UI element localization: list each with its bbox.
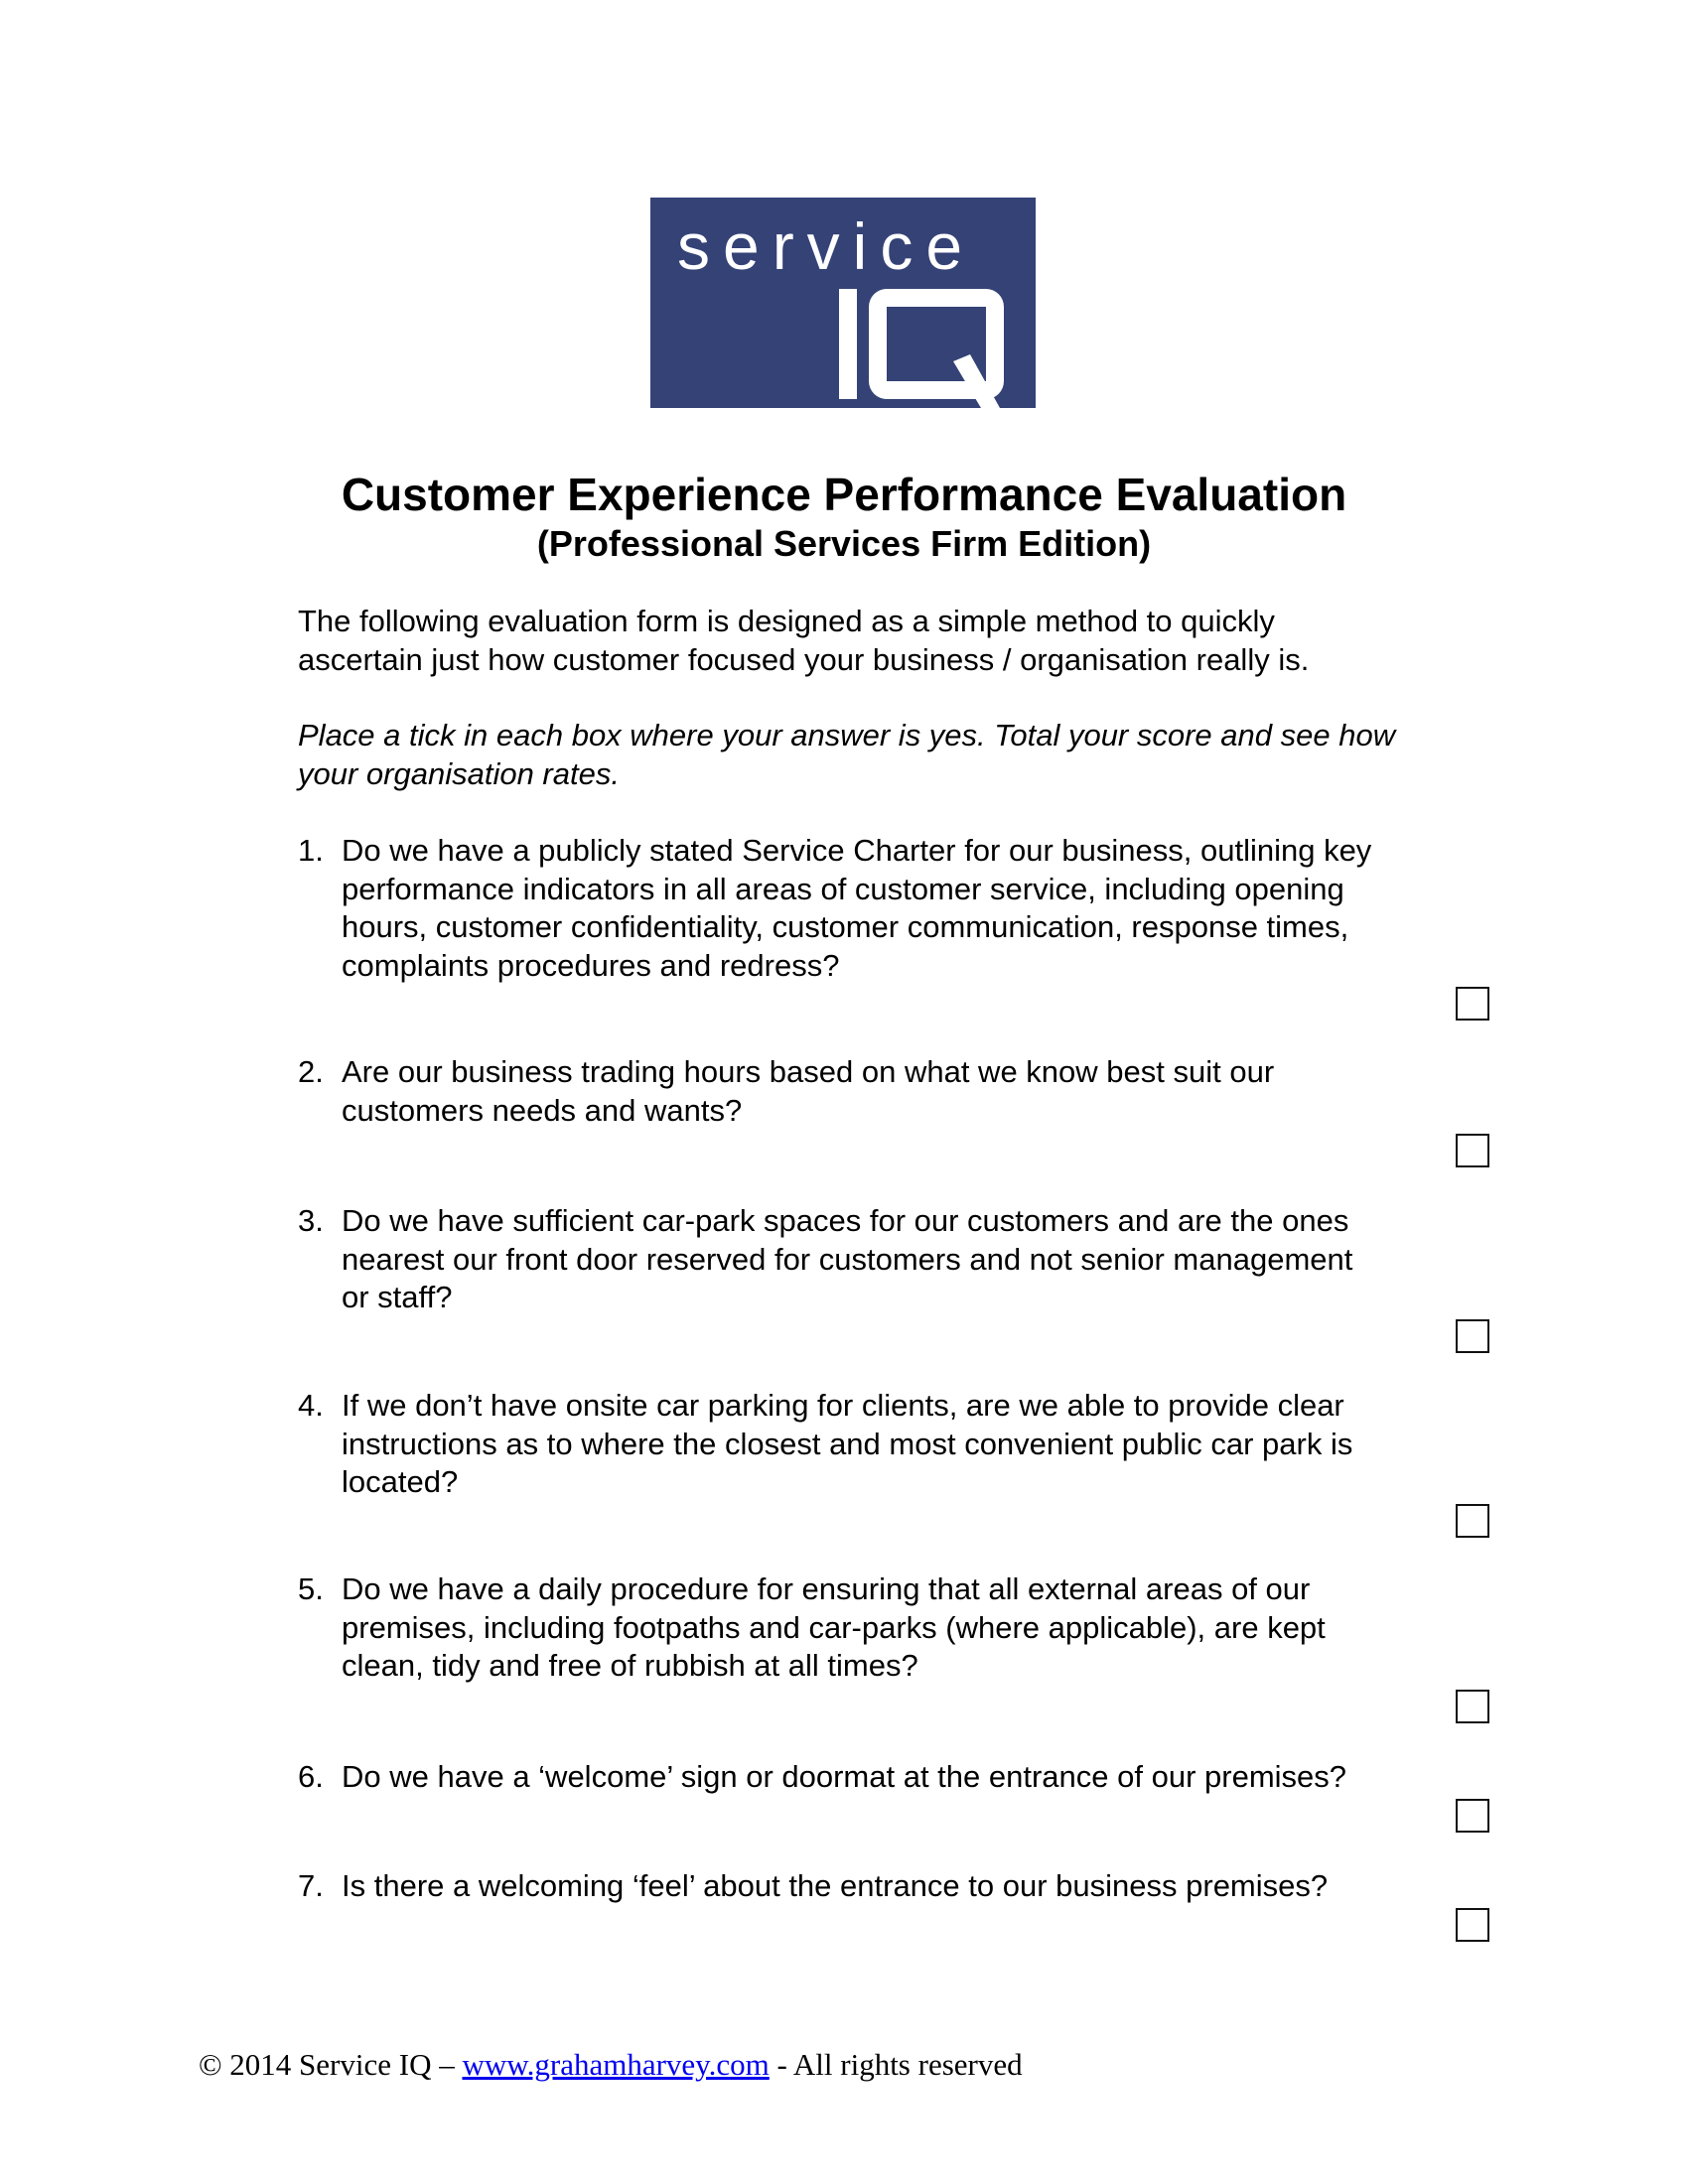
logo-graphic: service (650, 198, 1036, 408)
question-1-checkbox[interactable] (1456, 987, 1489, 1021)
footer-website-link[interactable]: www.grahamharvey.com (462, 2047, 769, 2082)
question-text: If we don’t have onsite car parking for … (342, 1387, 1465, 1502)
footer-prefix: © 2014 Service IQ – (199, 2047, 463, 2082)
question-line: If we don’t have onsite car parking for … (342, 1388, 1344, 1423)
page-subtitle: (Professional Services Firm Edition) (536, 523, 1152, 564)
question-item: 1. Do we have a publicly stated Service … (298, 832, 1450, 985)
question-text: Do we have a publicly stated Service Cha… (342, 832, 1450, 985)
question-item: 4. If we don’t have onsite car parking f… (298, 1387, 1465, 1502)
question-line: performance indicators in all areas of c… (342, 871, 1344, 906)
question-line: Do we have a ‘welcome’ sign or doormat a… (342, 1759, 1347, 1794)
question-line: complaints procedures and redress? (342, 947, 840, 983)
question-text: Do we have sufficient car-park spaces fo… (342, 1202, 1465, 1317)
intro-paragraph: The following evaluation form is designe… (298, 603, 1509, 679)
question-line: hours, customer confidentiality, custome… (342, 909, 1349, 944)
question-number: 4. (298, 1388, 324, 1423)
question-line: premises, including footpaths and car-pa… (342, 1609, 1326, 1645)
question-3-checkbox[interactable] (1456, 1319, 1489, 1353)
question-4-checkbox[interactable] (1456, 1504, 1489, 1538)
logo-letter-i (839, 289, 857, 399)
page-title: Customer Experience Performance Evaluati… (341, 469, 1347, 520)
instruction-line: your organisation rates. (298, 755, 620, 791)
logo-text-service: service (677, 209, 975, 283)
question-number: 2. (298, 1054, 324, 1089)
question-number: 6. (298, 1759, 324, 1794)
question-5-checkbox[interactable] (1456, 1690, 1489, 1723)
question-item: 6. Do we have a ‘welcome’ sign or doorma… (298, 1758, 1450, 1797)
question-line: customers needs and wants? (342, 1092, 743, 1128)
intro-line: ascertain just how customer focused your… (298, 641, 1310, 677)
intro-line: The following evaluation form is designe… (298, 604, 1275, 638)
question-line: located? (342, 1464, 459, 1499)
question-number: 5. (298, 1571, 324, 1606)
question-7-checkbox[interactable] (1456, 1908, 1489, 1942)
question-item: 5. Do we have a daily procedure for ensu… (298, 1570, 1450, 1686)
question-number: 7. (298, 1868, 324, 1903)
question-text: Do we have a daily procedure for ensurin… (342, 1570, 1450, 1686)
question-item: 3. Do we have sufficient car-park spaces… (298, 1202, 1465, 1317)
question-2-checkbox[interactable] (1456, 1134, 1489, 1167)
question-text: Is there a welcoming ‘feel’ about the en… (342, 1867, 1450, 1906)
question-line: or staff? (342, 1280, 453, 1314)
instruction-paragraph: Place a tick in each box where your answ… (298, 717, 1509, 793)
question-text: Are our business trading hours based on … (342, 1053, 1450, 1130)
question-line: Do we have sufficient car-park spaces fo… (342, 1203, 1349, 1238)
question-line: Are our business trading hours based on … (342, 1054, 1275, 1089)
question-line: Do we have a daily procedure for ensurin… (342, 1571, 1311, 1606)
question-text: Do we have a ‘welcome’ sign or doormat a… (342, 1758, 1450, 1797)
question-6-checkbox[interactable] (1456, 1799, 1489, 1833)
question-item: 7. Is there a welcoming ‘feel’ about the… (298, 1867, 1450, 1906)
footer-suffix: - All rights reserved (769, 2047, 1023, 2082)
question-line: nearest our front door reserved for cust… (342, 1241, 1353, 1277)
question-line: Do we have a publicly stated Service Cha… (342, 833, 1372, 868)
question-line: instructions as to where the closest and… (342, 1426, 1353, 1461)
question-line: clean, tidy and free of rubbish at all t… (342, 1648, 918, 1683)
question-item: 2. Are our business trading hours based … (298, 1053, 1450, 1130)
service-iq-logo: service (650, 198, 1036, 408)
question-number: 1. (298, 833, 324, 868)
question-line: Is there a welcoming ‘feel’ about the en… (342, 1868, 1329, 1903)
footer-copyright: © 2014 Service IQ – www.grahamharvey.com… (199, 2046, 1023, 2084)
question-number: 3. (298, 1203, 324, 1238)
instruction-line: Place a tick in each box where your answ… (298, 718, 1396, 752)
